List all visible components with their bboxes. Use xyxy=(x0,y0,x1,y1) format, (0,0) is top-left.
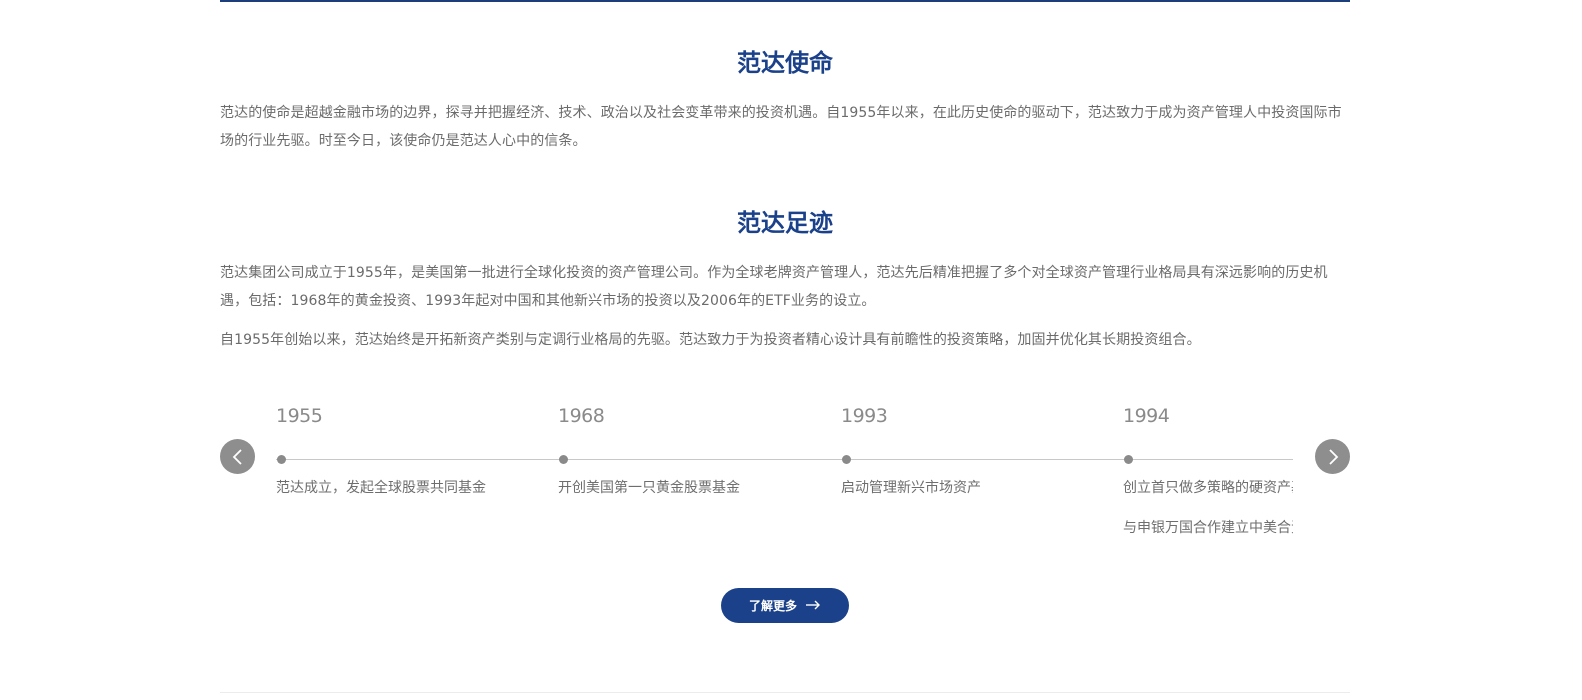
timeline-event: 与申银万国合作建立中美合资 xyxy=(1123,520,1293,536)
footprint-paragraph-1: 范达集团公司成立于1955年，是美国第一批进行全球化投资的资产管理公司。作为全球… xyxy=(220,265,1328,309)
timeline-year: 1968 xyxy=(558,405,605,427)
arrow-right-icon xyxy=(805,599,821,613)
learn-more-label: 了解更多 xyxy=(748,599,797,613)
chevron-left-icon xyxy=(232,449,242,465)
timeline-dot xyxy=(559,455,568,464)
timeline-year: 1994 xyxy=(1123,405,1170,427)
chevron-right-icon xyxy=(1329,449,1339,465)
timeline-year: 1993 xyxy=(841,405,888,427)
top-divider xyxy=(220,0,1350,2)
bottom-divider xyxy=(220,692,1350,693)
timeline-dot xyxy=(277,455,286,464)
timeline-year: 1955 xyxy=(276,405,323,427)
timeline-next-button[interactable] xyxy=(1315,439,1350,474)
mission-title: 范达使命 xyxy=(737,49,833,77)
timeline-dot xyxy=(842,455,851,464)
timeline-event: 启动管理新兴市场资产 xyxy=(841,480,981,496)
timeline-event: 开创美国第一只黄金股票基金 xyxy=(558,480,740,496)
timeline: 1955 范达成立，发起全球股票共同基金 1968 开创美国第一只黄金股票基金 … xyxy=(276,395,1293,555)
timeline-prev-button[interactable] xyxy=(220,439,255,474)
timeline-line xyxy=(276,459,1293,460)
timeline-dot xyxy=(1124,455,1133,464)
learn-more-button[interactable]: 了解更多 xyxy=(721,588,849,623)
timeline-event: 范达成立，发起全球股票共同基金 xyxy=(276,480,486,496)
footprint-paragraph-2: 自1955年创始以来，范达始终是开拓新资产类别与定调行业格局的先驱。范达致力于为… xyxy=(220,332,1201,348)
timeline-event: 创立首只做多策略的硬资产基金 xyxy=(1123,480,1293,496)
footprint-title: 范达足迹 xyxy=(737,209,833,237)
mission-text: 范达的使命是超越金融市场的边界，探寻并把握经济、技术、政治以及社会变革带来的投资… xyxy=(220,105,1342,149)
